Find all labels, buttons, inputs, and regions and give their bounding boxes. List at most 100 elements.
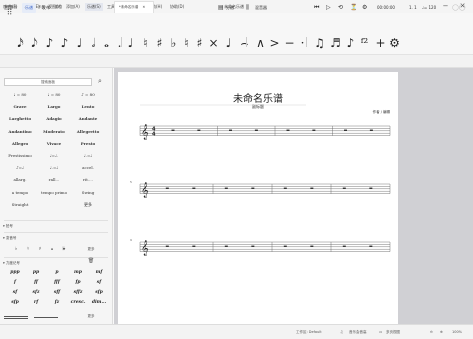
tempo-cell[interactable]: ♪ = 80: [72, 90, 104, 100]
accidental-cell[interactable]: 𝄫: [54, 245, 74, 254]
dynamic-cell[interactable]: ff: [26, 278, 46, 287]
trash-icon[interactable]: 🗑: [76, 258, 106, 265]
note-tool-1[interactable]: 𝅘𝅥𝅮: [28, 36, 41, 50]
toggle-icon[interactable]: ◯◯: [452, 3, 465, 13]
tempo-cell[interactable]: Larghetto: [4, 114, 36, 124]
note-tool-2[interactable]: ♪: [43, 36, 56, 50]
rest[interactable]: [310, 187, 314, 189]
dynamic-cell[interactable]: sf: [89, 278, 109, 287]
tempo-cell[interactable]: Lento: [72, 102, 104, 112]
note-tool-17[interactable]: ∧: [254, 36, 267, 50]
tempo-cell[interactable]: Presto: [72, 139, 104, 149]
note-tool-13[interactable]: ♯: [193, 36, 206, 50]
hairpin-cell[interactable]: [4, 316, 28, 319]
note-tool-23[interactable]: ♪: [344, 36, 357, 50]
rest[interactable]: [342, 245, 346, 247]
line-cell[interactable]: [34, 317, 58, 318]
tempo-cell[interactable]: [38, 200, 70, 210]
note-tool-20[interactable]: ·: [296, 36, 309, 50]
note-tool-6[interactable]: 𝅝: [100, 36, 113, 50]
note-tool-21[interactable]: ♫: [313, 36, 326, 50]
note-tool-8[interactable]: ♩: [124, 36, 137, 50]
staves[interactable]: 𝄞 44𝄞𝄞: [118, 72, 398, 324]
more-dynamics-link[interactable]: 更多: [76, 313, 106, 320]
dynamic-cell[interactable]: cresc.: [68, 298, 88, 307]
note-tool-26[interactable]: ⚙: [388, 36, 401, 50]
tempo-cell[interactable]: Vivace: [38, 139, 70, 149]
rest[interactable]: [165, 187, 169, 189]
note-tool-4[interactable]: ♩: [73, 36, 86, 50]
tempo-cell[interactable]: allarg.: [4, 175, 36, 185]
dynamic-cell[interactable]: mf: [89, 268, 109, 277]
tempo-cell[interactable]: 更多: [72, 200, 104, 210]
tempo-cell[interactable]: Moderato: [38, 127, 70, 137]
palette-section-header[interactable]: ▾ 变音号: [3, 234, 111, 242]
note-tool-11[interactable]: ♭: [167, 36, 180, 50]
tab-palettes[interactable]: 符号面板: [3, 3, 17, 11]
note-tool-14[interactable]: ×: [207, 36, 220, 50]
note-tool-3[interactable]: ♪: [58, 36, 71, 50]
rest[interactable]: [251, 187, 255, 189]
view-mode-selector[interactable]: 多页视图: [386, 328, 400, 336]
note-tool-24[interactable]: ᶠ²: [358, 36, 371, 50]
rest[interactable]: [224, 187, 228, 189]
minimize-button[interactable]: −: [440, 1, 451, 12]
dynamic-cell[interactable]: fp: [68, 278, 88, 287]
dynamic-cell[interactable]: sfp: [89, 288, 109, 297]
view-mode-icon[interactable]: ▭: [379, 328, 382, 336]
rewind-icon[interactable]: ⏮: [314, 3, 319, 13]
rest[interactable]: [312, 129, 316, 131]
note-tool-16[interactable]: ⌢: [238, 36, 251, 50]
dynamic-cell[interactable]: f: [5, 278, 25, 287]
playback-settings-icon[interactable]: ⚙: [362, 3, 367, 13]
rest[interactable]: [165, 245, 169, 247]
tempo-cell[interactable]: Grave: [4, 102, 36, 112]
tempo-cell[interactable]: rit....: [72, 175, 104, 185]
zoom-in-icon[interactable]: ⊕: [440, 328, 443, 336]
tab-instruments[interactable]: 乐器: [38, 3, 45, 11]
metronome-icon[interactable]: ⏳: [350, 3, 357, 13]
tempo-cell[interactable]: ♩.=♩: [72, 151, 104, 161]
workspace-selector[interactable]: 工作区: Default: [296, 328, 322, 336]
menu-score[interactable]: 乐谱(S): [85, 3, 103, 11]
loop-icon[interactable]: ⟲: [338, 3, 343, 13]
tempo-cell[interactable]: Allegretto: [72, 127, 104, 137]
tempo-cell[interactable]: accel.: [72, 163, 104, 173]
play-icon[interactable]: ▷: [326, 3, 331, 13]
rest[interactable]: [229, 129, 232, 131]
rest[interactable]: [192, 187, 196, 189]
note-tool-15[interactable]: ♩: [222, 36, 235, 50]
tempo-cell[interactable]: Swing: [72, 188, 104, 198]
rest[interactable]: [283, 245, 287, 247]
zoom-level[interactable]: 100%: [452, 328, 462, 336]
rest[interactable]: [342, 187, 346, 189]
rest[interactable]: [283, 187, 287, 189]
tempo-cell[interactable]: tempo primo: [38, 188, 70, 198]
tab-untitled-score[interactable]: *未命名乐谱 ✕: [114, 1, 154, 13]
rest[interactable]: [192, 245, 196, 247]
treble-clef-icon[interactable]: 𝄞: [141, 241, 149, 256]
tab-properties[interactable]: 属性: [55, 3, 62, 11]
dynamic-cell[interactable]: fff: [47, 278, 67, 287]
dynamic-cell[interactable]: fz: [47, 298, 67, 307]
tempo-cell[interactable]: ♩ = 80: [4, 90, 36, 100]
tempo-cell[interactable]: ♪=♩: [4, 163, 36, 173]
rest[interactable]: [369, 245, 373, 247]
parts-icon[interactable]: ▤: [218, 3, 224, 13]
dynamic-cell[interactable]: sff: [47, 288, 67, 297]
rest[interactable]: [251, 245, 255, 247]
tempo-cell[interactable]: ♩=♩.: [38, 151, 70, 161]
rest[interactable]: [197, 129, 201, 131]
mixer-icon[interactable]: ⫼: [246, 3, 249, 13]
note-tool-22[interactable]: ♬: [329, 36, 342, 50]
note-tool-5[interactable]: 𝅗𝅥: [87, 36, 100, 50]
dynamic-cell[interactable]: rf: [26, 298, 46, 307]
more-accidentals-link[interactable]: 更多: [76, 246, 106, 253]
rest[interactable]: [286, 129, 290, 131]
palette-section-header[interactable]: ▾ 拍号: [3, 222, 111, 230]
dynamic-cell[interactable]: p: [47, 268, 67, 277]
menu-collab[interactable]: 协助(D): [170, 3, 184, 11]
tempo-cell[interactable]: Andantino: [4, 127, 36, 137]
palette-menu-icon[interactable]: ⋯: [24, 3, 27, 11]
dynamic-cell[interactable]: mp: [68, 268, 88, 277]
